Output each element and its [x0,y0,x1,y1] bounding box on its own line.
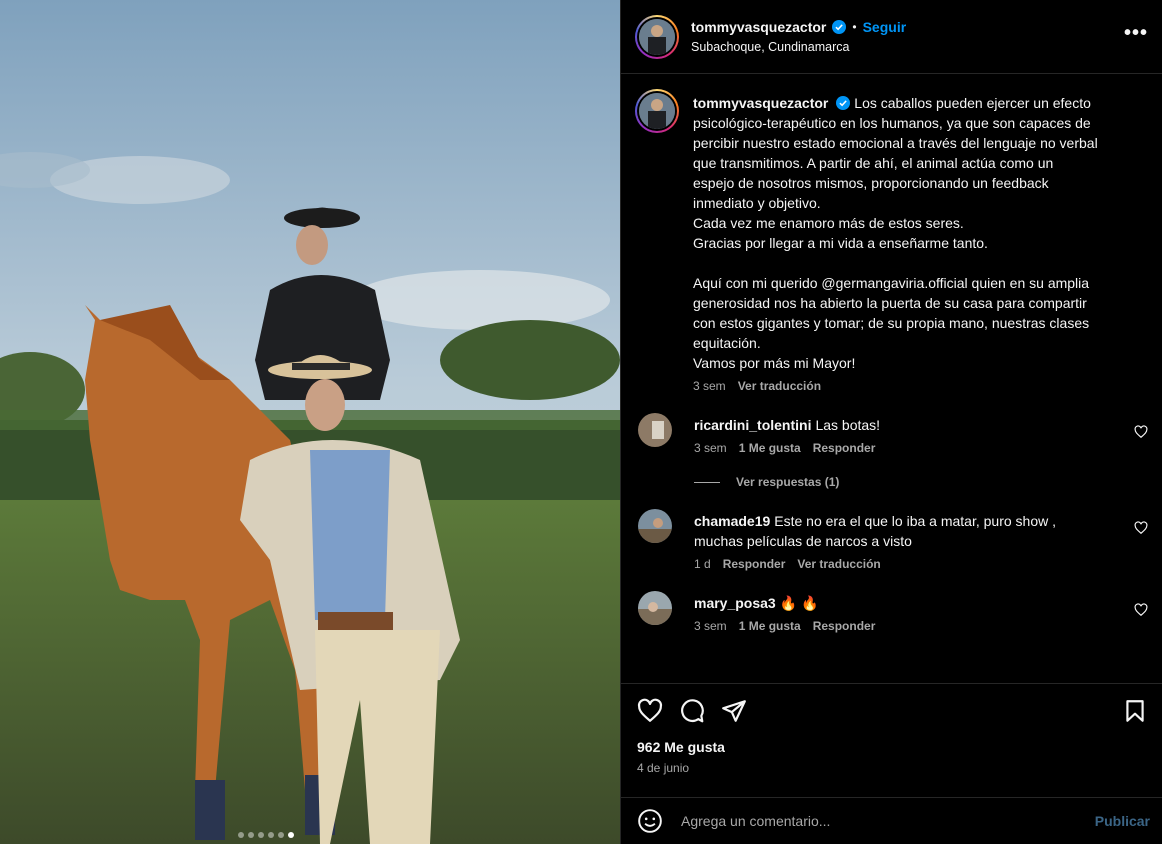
comments-area[interactable]: tommyvasquezactor Los caballos pueden ej… [621,75,1162,682]
carousel-dot[interactable] [238,832,244,838]
comment-item: mary_posa3 🔥 🔥 3 sem 1 Me gusta Responder [635,591,1148,633]
comment-meta: 3 sem 1 Me gusta Responder [694,619,1118,633]
caption-line: Cada vez me enamoro más de estos seres. [693,215,964,231]
add-comment-bar: Publicar [621,797,1162,844]
caption-time[interactable]: 3 sem [693,379,726,393]
comment-likes[interactable]: 1 Me gusta [739,441,801,455]
author-username[interactable]: tommyvasquezactor [691,19,826,35]
caption-line: con estos gigantes y tomar; de su propia… [693,315,1090,331]
comment-time[interactable]: 3 sem [694,441,727,455]
caption-line: Gracias por llegar a mi vida a enseñarme… [693,235,988,251]
caption-text: tommyvasquezactor Los caballos pueden ej… [693,89,1098,373]
comment-time[interactable]: 3 sem [694,619,727,633]
heart-icon[interactable] [1134,425,1148,439]
translate-link[interactable]: Ver traducción [738,379,821,393]
comment-username[interactable]: mary_posa3 [694,595,776,611]
commenter-avatar-image [638,591,672,625]
follow-button[interactable]: Seguir [863,19,907,35]
bookmark-icon[interactable] [1122,698,1148,724]
verified-badge-icon [832,20,847,34]
post-header: tommyvasquezactor • Seguir Subachoque, C… [621,0,1162,74]
caption-line: generosidad nos ha abierto la puerta de … [693,295,1087,311]
carousel-dot[interactable] [268,832,274,838]
comment-username[interactable]: ricardini_tolentini [694,417,811,433]
caption-line: espejo de nosotros mismos, proporcionand… [693,175,1049,191]
comment-meta: 3 sem 1 Me gusta Responder [694,441,1118,455]
post-sidebar: tommyvasquezactor • Seguir Subachoque, C… [620,0,1162,844]
author-avatar-image [639,18,675,55]
reply-button[interactable]: Responder [813,619,876,633]
emoji-icon[interactable] [637,808,663,834]
comment-item: ricardini_tolentini Las botas! 3 sem 1 Me… [635,413,1148,455]
carousel-indicator [238,832,294,838]
comment-bubble-icon[interactable] [679,698,705,724]
carousel-dot-active[interactable] [288,832,294,838]
carousel-dot[interactable] [278,832,284,838]
comment-text: 🔥 🔥 [779,595,819,611]
carousel-dot[interactable] [258,832,264,838]
view-replies-button[interactable]: Ver respuestas (1) [694,475,1148,489]
caption-avatar[interactable] [635,89,679,133]
post-location[interactable]: Subachoque, Cundinamarca [691,40,1124,54]
reply-button[interactable]: Responder [723,557,786,571]
post-caption: tommyvasquezactor Los caballos pueden ej… [635,89,1148,393]
publish-button[interactable]: Publicar [1095,813,1150,829]
share-send-icon[interactable] [721,698,747,724]
author-avatar[interactable] [635,14,679,59]
post-actions: 962 Me gusta 4 de junio [621,683,1162,775]
comment-text: Este no era el que lo iba a matar, puro … [774,513,1057,529]
caption-line: Vamos por más mi Mayor! [693,355,856,371]
carousel-dot[interactable] [248,832,254,838]
header-text: tommyvasquezactor • Seguir Subachoque, C… [691,19,1124,54]
caption-line: equitación. [693,335,761,351]
comment-likes[interactable]: 1 Me gusta [739,619,801,633]
comment-text-line: muchas películas de narcos a visto [694,533,912,549]
post-date: 4 de junio [637,761,690,775]
view-replies-label: Ver respuestas (1) [736,475,840,489]
replies-divider [694,481,720,483]
translate-link[interactable]: Ver traducción [797,557,880,571]
commenter-avatar[interactable] [638,591,672,625]
caption-line: Los caballos pueden ejercer un efecto [854,95,1091,111]
caption-line: inmediato y objetivo. [693,195,821,211]
caption-line: Aquí con mi querido @germangaviria.offic… [693,275,1090,291]
reply-button[interactable]: Responder [813,441,876,455]
post-photo[interactable] [0,0,620,844]
comment-item: chamade19 Este no era el que lo iba a mat… [635,509,1148,571]
heart-icon[interactable] [1134,603,1148,617]
caption-line: que transmitimos. A partir de ahí, el an… [693,155,1054,171]
caption-line: percibir nuestro estado emocional a trav… [693,135,1098,151]
commenter-avatar-image [638,509,672,543]
more-options-icon[interactable]: ••• [1124,22,1148,51]
commenter-avatar-image [638,413,672,447]
comment-input[interactable] [681,813,1095,829]
caption-meta: 3 sem Ver traducción [693,379,1098,393]
header-separator: • [852,20,857,34]
heart-icon[interactable] [1134,521,1148,535]
commenter-avatar[interactable] [638,413,672,447]
like-heart-icon[interactable] [637,698,663,724]
verified-badge-icon [836,96,851,110]
likes-count[interactable]: 962 Me gusta [637,739,1148,755]
caption-avatar-image [639,93,675,129]
comment-text: Las botas! [815,417,881,433]
comment-time[interactable]: 1 d [694,557,711,571]
comment-username[interactable]: chamade19 [694,513,770,529]
commenter-avatar[interactable] [638,509,672,543]
caption-line: psicológico-terapéutico en los humanos, … [693,115,1091,131]
photo-illustration [0,0,620,844]
caption-username[interactable]: tommyvasquezactor [693,95,828,111]
comment-meta: 1 d Responder Ver traducción [694,557,1118,571]
instagram-post-view: tommyvasquezactor • Seguir Subachoque, C… [0,0,1162,844]
